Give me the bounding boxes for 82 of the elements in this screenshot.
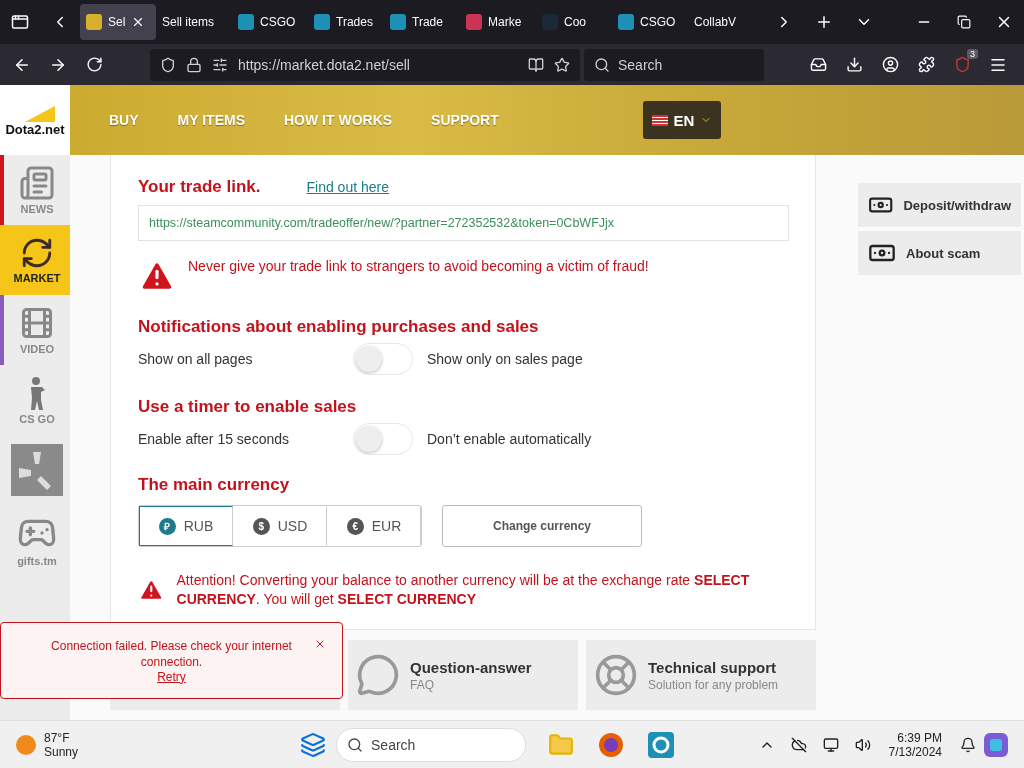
card-title: Technical support: [648, 658, 778, 676]
weather: Sunny: [44, 744, 79, 759]
browser-tab[interactable]: Marke: [460, 4, 536, 40]
search-icon: [594, 56, 610, 73]
favicon-icon: [314, 14, 330, 30]
browser-tab[interactable]: Trade: [384, 4, 460, 40]
toggle-switch[interactable]: [353, 343, 413, 375]
retry-link[interactable]: Retry: [157, 669, 186, 684]
newspaper-icon: [19, 165, 55, 201]
option-label: Don’t enable automatically: [427, 431, 592, 447]
warning-text: Attention! Converting your balance to another currency will be at the exchange rate SELECT CURRENCY. You will get SELECT CURRENCY: [176, 571, 751, 609]
clock-date: 7/13/2024: [888, 744, 942, 759]
cloud-off-icon[interactable]: [790, 736, 807, 753]
option-label: Enable after 15 seconds: [138, 431, 290, 447]
trade-link-field[interactable]: https://steamcommunity.com/tradeoffer/new/?partner=272352532&token=0CbWFJjx: [138, 205, 789, 241]
coin-icon: $: [252, 517, 270, 535]
clock-time: 6:39 PM: [897, 730, 942, 745]
section-title: The main currency: [138, 475, 291, 495]
bookmark-icon[interactable]: [554, 56, 570, 73]
rust-logo-icon: [11, 444, 63, 496]
flag-icon: [651, 114, 668, 126]
address-field[interactable]: https://market.dota2.net/sell: [150, 48, 580, 81]
side-menu-item[interactable]: Deposit/withdraw: [858, 183, 1021, 227]
sidebar-item[interactable]: MARKET: [0, 225, 70, 295]
soldier-icon: [28, 375, 46, 411]
coin-icon: €: [346, 517, 364, 535]
toast-message: Connection failed. Please check your internet connection.: [50, 637, 293, 670]
help-link[interactable]: Find out here: [306, 179, 389, 195]
section-title: Use a timer to enable sales: [138, 397, 358, 417]
lock-icon: [186, 56, 202, 73]
browser-tab[interactable]: Sell items: [156, 4, 232, 40]
language-select[interactable]: EN: [643, 101, 721, 139]
favicon-icon: [390, 14, 406, 30]
notification-icon[interactable]: [960, 736, 976, 753]
permissions-icon: [212, 56, 228, 73]
info-card[interactable]: Technical support Solution for any problem: [586, 640, 816, 710]
browser-tab[interactable]: CSGO: [612, 4, 688, 40]
extension-badge: 3: [967, 48, 978, 59]
card-subtitle: FAQ: [410, 677, 435, 692]
currency-option[interactable]: $ USD: [233, 506, 327, 546]
chat-icon: [356, 653, 400, 697]
option-label: Show on all pages: [138, 351, 254, 367]
search-icon: [347, 736, 364, 753]
volume-icon[interactable]: [854, 736, 871, 753]
lifebuoy-icon: [594, 653, 638, 697]
favicon-icon: [466, 14, 482, 30]
shield-icon: [160, 56, 176, 73]
toggle-switch[interactable]: [353, 423, 413, 455]
favicon-icon: [86, 14, 102, 30]
app-icon[interactable]: [648, 731, 675, 758]
change-currency-button[interactable]: Change currency: [442, 505, 642, 547]
start-icon[interactable]: [300, 731, 327, 758]
coin-icon: ₽: [158, 517, 176, 535]
favicon-icon: [238, 14, 254, 30]
network-icon[interactable]: [822, 736, 839, 753]
section-title: Notifications about enabling purchases and sales: [138, 317, 540, 337]
browser-tab[interactable]: Sel: [80, 4, 156, 40]
film-icon: [19, 305, 55, 341]
search-field[interactable]: Search: [584, 48, 764, 81]
site-logo[interactable]: Dota2.net: [0, 85, 70, 155]
browser-icon[interactable]: [598, 731, 625, 758]
copilot-icon[interactable]: [984, 732, 1008, 757]
currency-option[interactable]: € EUR: [327, 506, 421, 546]
extension-icon[interactable]: [953, 56, 971, 73]
sun-icon: [16, 734, 36, 755]
favicon-icon: [618, 14, 634, 30]
currency-option[interactable]: ₽ RUB: [139, 506, 233, 546]
browser-tab[interactable]: Coo: [536, 4, 612, 40]
section-title: Your trade link.: [138, 177, 261, 197]
browser-tab[interactable]: Trades: [308, 4, 384, 40]
browser-tab[interactable]: CSGO: [232, 4, 308, 40]
browser-tab[interactable]: CollabV: [688, 4, 764, 40]
refresh-icon: [20, 236, 54, 270]
temperature: 87°F: [44, 730, 70, 745]
card-title: Question-answer: [410, 658, 532, 676]
warning-text: Never give your trade link to strangers to avoid becoming a victim of fraud!: [188, 257, 649, 276]
option-label: Show only on sales page: [427, 351, 583, 367]
reader-icon[interactable]: [528, 56, 544, 73]
card-subtitle: Solution for any problem: [648, 677, 779, 692]
side-menu-item[interactable]: About scam: [858, 231, 1021, 275]
taskbar-search[interactable]: Search: [336, 727, 527, 762]
info-card[interactable]: Question-answer FAQ: [348, 640, 578, 710]
